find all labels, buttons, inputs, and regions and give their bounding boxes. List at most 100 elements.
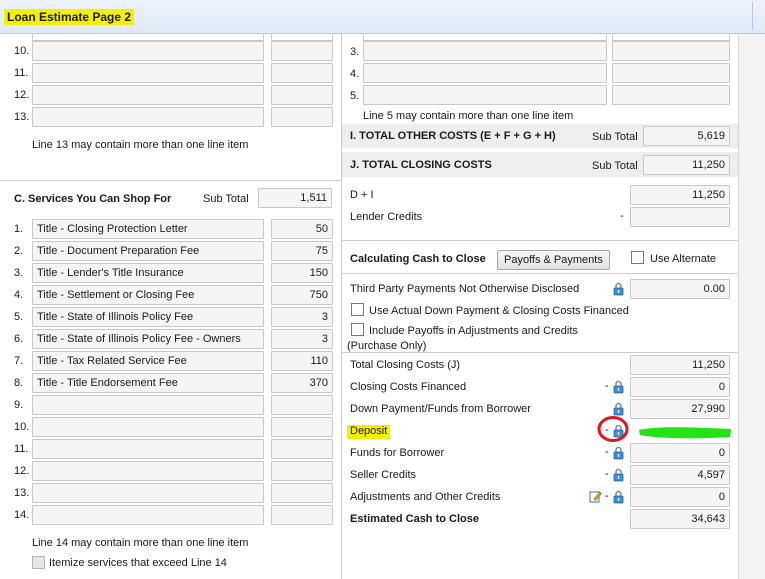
service-description-field[interactable]: Title - Closing Protection Letter [32, 219, 264, 239]
window-titlebar: Loan Estimate Page 2 [0, 0, 765, 34]
include-payoffs-sublabel: (Purchase Only) [347, 340, 427, 352]
service-description-field[interactable] [32, 395, 264, 415]
payoffs-payments-button[interactable]: Payoffs & Payments [497, 250, 610, 270]
edit-icon[interactable] [589, 490, 602, 503]
minus-sign: - [605, 468, 609, 480]
description-field[interactable] [363, 63, 607, 83]
lender-credits-minus: - [620, 210, 624, 222]
service-description-field[interactable] [32, 483, 264, 503]
amount-field[interactable] [612, 41, 730, 61]
service-description-field[interactable]: Title - State of Illinois Policy Fee - O… [32, 329, 264, 349]
itemize-label: Itemize services that exceed Line 14 [49, 557, 227, 569]
d-plus-i-label: D + I [350, 189, 374, 201]
cash-row-value[interactable]: 11,250 [630, 355, 730, 375]
cash-to-close-title: Calculating Cash to Close [350, 253, 486, 265]
service-description-field[interactable] [32, 461, 264, 481]
amount-field[interactable] [612, 85, 730, 105]
section-divider [342, 273, 738, 274]
service-amount-field[interactable] [271, 461, 333, 481]
service-amount-field[interactable] [271, 483, 333, 503]
cash-row-label: Total Closing Costs (J) [350, 359, 461, 371]
minus-sign: - [605, 490, 609, 502]
lock-icon[interactable] [613, 380, 624, 394]
service-description-field[interactable] [32, 439, 264, 459]
use-actual-checkbox[interactable] [351, 303, 364, 316]
minus-sign: - [605, 446, 609, 458]
service-amount-field[interactable]: 3 [271, 329, 333, 349]
cash-row-value[interactable]: 0 [630, 377, 730, 397]
description-field[interactable] [32, 41, 264, 61]
cash-row-label: Funds for Borrower [350, 447, 445, 459]
description-field[interactable] [32, 107, 264, 127]
cash-row-label: Seller Credits [350, 469, 417, 481]
cash-row-value[interactable]: 27,990 [630, 399, 730, 419]
service-amount-field[interactable]: 150 [271, 263, 333, 283]
service-description-field[interactable]: Title - Settlement or Closing Fee [32, 285, 264, 305]
amount-field[interactable] [271, 85, 333, 105]
amount-field[interactable] [271, 107, 333, 127]
service-description-field[interactable]: Title - Tax Related Service Fee [32, 351, 264, 371]
section-j-subtotal: 11,250 [643, 155, 730, 175]
green-marker-stroke [639, 427, 731, 439]
lock-icon[interactable] [613, 282, 624, 296]
line5-note: Line 5 may contain more than one line it… [363, 110, 574, 122]
description-field-partial[interactable] [32, 34, 264, 41]
service-amount-field[interactable]: 370 [271, 373, 333, 393]
section-j-title: J. TOTAL CLOSING COSTS [350, 159, 492, 171]
cash-row-value[interactable]: 0 [630, 443, 730, 463]
description-field[interactable] [32, 85, 264, 105]
section-divider [342, 352, 738, 353]
service-description-field[interactable]: Title - Document Preparation Fee [32, 241, 264, 261]
column-divider [341, 34, 342, 579]
amount-field-partial[interactable] [271, 34, 333, 41]
service-amount-field[interactable] [271, 395, 333, 415]
service-amount-field[interactable]: 3 [271, 307, 333, 327]
service-amount-field[interactable] [271, 439, 333, 459]
description-field-partial[interactable] [363, 34, 607, 41]
amount-field-partial[interactable] [612, 34, 730, 41]
line14-note: Line 14 may contain more than one line i… [32, 537, 249, 549]
amount-field[interactable] [271, 63, 333, 83]
service-amount-field[interactable] [271, 505, 333, 525]
cash-row-value[interactable]: 4,597 [630, 465, 730, 485]
cash-row-label: Down Payment/Funds from Borrower [350, 403, 531, 415]
service-amount-field[interactable] [271, 417, 333, 437]
third-party-value[interactable]: 0.00 [630, 279, 730, 299]
cash-row-label: Adjustments and Other Credits [350, 491, 501, 503]
lock-icon[interactable] [613, 490, 624, 504]
use-alternate-checkbox[interactable] [631, 251, 644, 264]
service-amount-field[interactable]: 110 [271, 351, 333, 371]
section-c-subtotal-label: Sub Total [203, 193, 249, 205]
lock-icon[interactable] [613, 468, 624, 482]
description-field[interactable] [363, 41, 607, 61]
itemize-checkbox[interactable] [32, 556, 45, 569]
section-c-subtotal: 1,511 [258, 188, 332, 208]
d-plus-i-value: 11,250 [630, 185, 730, 205]
section-divider [342, 240, 738, 241]
amount-field[interactable] [612, 63, 730, 83]
description-field[interactable] [32, 63, 264, 83]
amount-field[interactable] [271, 41, 333, 61]
section-i-title: I. TOTAL OTHER COSTS (E + F + G + H) [350, 130, 556, 142]
section-j-subtotal-label: Sub Total [592, 160, 638, 172]
lender-credits-value[interactable] [630, 207, 730, 227]
description-field[interactable] [363, 85, 607, 105]
service-description-field[interactable]: Title - State of Illinois Policy Fee [32, 307, 264, 327]
minus-sign: - [605, 380, 609, 392]
service-amount-field[interactable]: 75 [271, 241, 333, 261]
lock-icon[interactable] [613, 446, 624, 460]
line13-note: Line 13 may contain more than one line i… [32, 139, 249, 151]
service-description-field[interactable] [32, 417, 264, 437]
right-scroll-area[interactable] [738, 34, 765, 579]
cash-row-value[interactable]: 0 [630, 487, 730, 507]
lender-credits-label: Lender Credits [350, 211, 423, 223]
estimated-cash-value: 34,643 [630, 509, 730, 529]
service-description-field[interactable]: Title - Title Endorsement Fee [32, 373, 264, 393]
service-amount-field[interactable]: 50 [271, 219, 333, 239]
service-description-field[interactable]: Title - Lender's Title Insurance [32, 263, 264, 283]
include-payoffs-checkbox[interactable] [351, 323, 364, 336]
red-annotation-circle [597, 416, 629, 442]
section-c-title: C. Services You Can Shop For [14, 193, 172, 205]
service-description-field[interactable] [32, 505, 264, 525]
service-amount-field[interactable]: 750 [271, 285, 333, 305]
